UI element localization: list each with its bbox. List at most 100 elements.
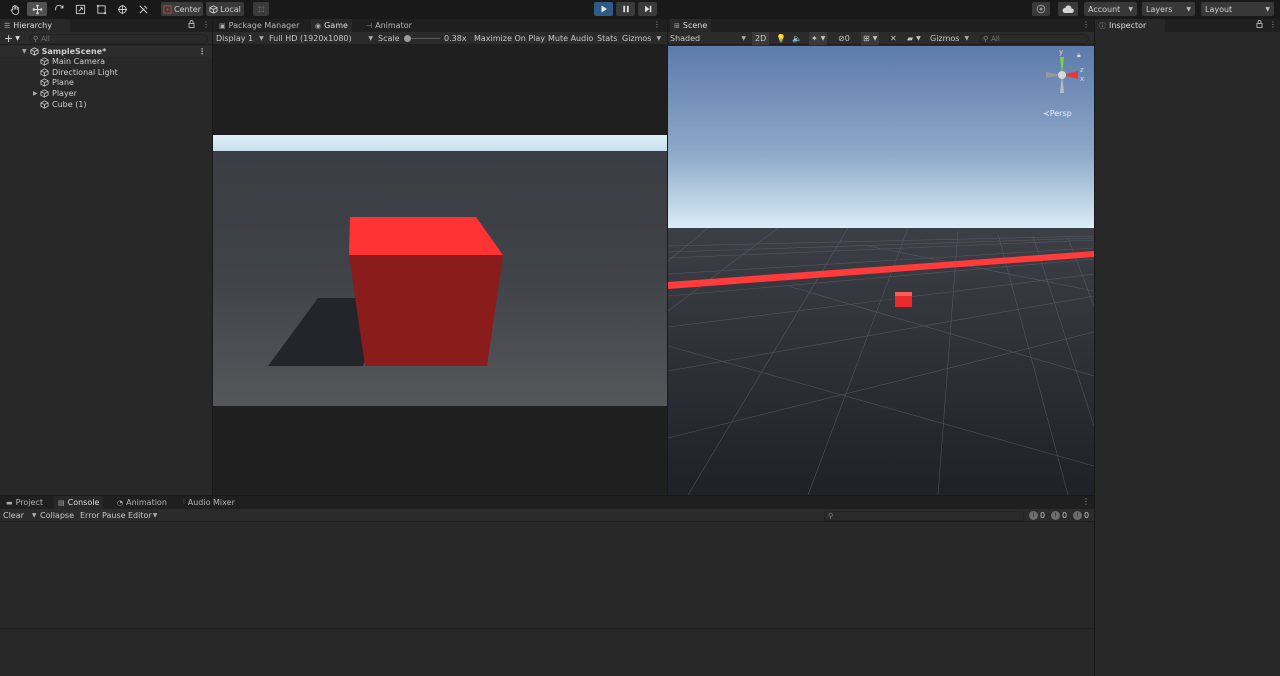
tab-console[interactable]: ▤ Console [54, 496, 104, 509]
step-button[interactable] [638, 2, 657, 16]
chevron-down-icon: ▼ [31, 512, 37, 519]
hierarchy-item[interactable]: Plane [0, 78, 212, 89]
grid-icon: ⊞ [863, 34, 870, 43]
animation-icon: ◔ [117, 498, 124, 507]
console-log-list[interactable] [0, 523, 1094, 628]
scale-slider-thumb[interactable] [404, 35, 411, 42]
custom-tool-button[interactable] [134, 2, 152, 16]
lock-icon[interactable] [188, 20, 195, 28]
shading-mode-dropdown[interactable]: Shaded ▼ [670, 32, 746, 45]
error-count: 0 [1084, 511, 1090, 520]
hand-tool-button[interactable] [6, 2, 24, 16]
collapse-toggle[interactable]: Collapse [40, 509, 74, 522]
error-icon: ! [1073, 511, 1082, 520]
move-tool-button[interactable] [27, 2, 47, 16]
scene-gizmos-dropdown[interactable]: Gizmos ▼ [930, 32, 969, 45]
hidden-objects-toggle[interactable]: ⊘ 0 [838, 32, 850, 45]
scale-tool-button[interactable] [71, 2, 89, 16]
hierarchy-item[interactable]: Directional Light [0, 67, 212, 78]
hierarchy-item[interactable]: Cube (1) [0, 99, 212, 110]
display-dropdown[interactable]: Display 1 ▼ [216, 32, 264, 45]
kebab-menu-icon[interactable]: ⋮ [653, 20, 661, 29]
tab-game[interactable]: ◉ Game [311, 19, 352, 32]
camera-icon: ▰ [907, 34, 914, 43]
scene-view[interactable]: y z x 🔒︎ ≺Persp [668, 46, 1094, 495]
axis-z-label: z [1080, 66, 1084, 74]
chevron-down-icon: ▼ [964, 35, 970, 42]
account-dropdown[interactable]: Account ▼ [1084, 2, 1137, 16]
camera-dropdown[interactable]: ▰ ▼ [907, 32, 921, 45]
tools-toggle[interactable]: ✕ [890, 32, 897, 45]
kebab-menu-icon[interactable]: ⋮ [1082, 20, 1090, 29]
warning-count-toggle[interactable]: ! 0 [1051, 509, 1067, 522]
rect-icon [96, 4, 106, 14]
lock-icon[interactable] [1256, 20, 1263, 28]
hierarchy-item-label: Main Camera [52, 57, 106, 67]
hierarchy-search-input[interactable]: ⚲ All [29, 33, 208, 44]
warning-icon: ! [1051, 511, 1060, 520]
error-pause-toggle[interactable]: Error Pause [80, 509, 126, 522]
tab-animation[interactable]: ◔ Animation [113, 496, 171, 509]
resolution-label: Full HD (1920x1080) [269, 34, 352, 43]
pause-button[interactable] [616, 2, 635, 16]
mute-audio-toggle[interactable]: Mute Audio [548, 32, 593, 45]
tools-icon [138, 4, 148, 14]
tab-package-manager[interactable]: ▣ Package Manager [215, 19, 303, 32]
perspective-toggle[interactable]: ≺Persp [1043, 109, 1072, 118]
editor-dropdown[interactable]: Editor ▼ [128, 509, 157, 522]
scene-row[interactable]: ▼ SampleScene* ⋮ [0, 46, 212, 57]
log-count-toggle[interactable]: i0 [1029, 509, 1045, 522]
layout-dropdown[interactable]: Layout ▼ [1201, 2, 1274, 16]
scene-search-input[interactable]: ⚲ All [979, 33, 1089, 44]
grid-snap-button[interactable] [253, 2, 269, 16]
resolution-dropdown[interactable]: Full HD (1920x1080) ▼ [269, 32, 373, 45]
kebab-menu-icon[interactable]: ⋮ [202, 20, 210, 29]
error-count-toggle[interactable]: ! 0 [1073, 509, 1089, 522]
rotate-tool-button[interactable] [50, 2, 68, 16]
info-icon: i [1029, 511, 1038, 520]
tab-audio-mixer[interactable]: ⫶ Audio Mixer [179, 496, 239, 509]
create-button[interactable]: + ▼ [4, 32, 20, 45]
expand-arrow-icon[interactable]: ▼ [22, 48, 27, 55]
rect-tool-button[interactable] [92, 2, 110, 16]
expand-arrow-icon[interactable]: ▶ [33, 90, 38, 97]
tab-hierarchy[interactable]: ☰ Hierarchy [0, 19, 70, 32]
console-search-input[interactable]: ⚲ [824, 510, 1024, 521]
tab-animator[interactable]: ⊣ Animator [362, 19, 416, 32]
transform-tool-button[interactable] [113, 2, 131, 16]
gizmos-toggle[interactable]: Gizmos ▼ [622, 32, 661, 45]
stats-toggle[interactable]: Stats [597, 32, 617, 45]
pivot-center-toggle[interactable]: Center [161, 2, 203, 16]
toggle-2d-button[interactable]: 2D [752, 32, 770, 45]
kebab-menu-icon[interactable]: ⋮ [1269, 20, 1277, 29]
kebab-menu-icon[interactable]: ⋮ [198, 47, 206, 56]
play-button[interactable] [594, 2, 613, 16]
gameobject-cube-icon [40, 57, 49, 66]
cloud-button[interactable] [1058, 2, 1078, 16]
hierarchy-item[interactable]: ▶ Player [0, 88, 212, 99]
folder-icon: ▬ [6, 498, 13, 507]
chevron-down-icon: ▼ [152, 512, 158, 519]
inspector-panel: ⓘ Inspector ⋮ [1095, 19, 1280, 676]
tab-project[interactable]: ▬ Project [2, 496, 47, 509]
lighting-toggle[interactable]: 💡 [776, 32, 786, 45]
scene-name: SampleScene* [41, 46, 107, 56]
audio-toggle[interactable]: 🔈 [792, 32, 802, 45]
grid-snap-icon [257, 5, 265, 13]
clear-button[interactable]: Clear ▼ [3, 509, 37, 522]
pivot-space-toggle[interactable]: Local [206, 2, 244, 16]
maximize-on-play-toggle[interactable]: Maximize On Play [474, 32, 545, 45]
tab-inspector[interactable]: ⓘ Inspector [1095, 19, 1165, 32]
tab-scene[interactable]: ⊞ Scene [670, 19, 712, 32]
grid-toggle[interactable]: ⊞ ▼ [861, 32, 880, 45]
scale-slider-track[interactable] [404, 35, 440, 42]
game-view[interactable] [213, 135, 667, 406]
hierarchy-item-label: Player [52, 89, 77, 99]
collab-button[interactable] [1032, 2, 1050, 16]
kebab-menu-icon[interactable]: ⋮ [1082, 497, 1090, 506]
layers-dropdown[interactable]: Layers ▼ [1142, 2, 1195, 16]
lock-icon[interactable]: 🔒︎ [1077, 51, 1081, 60]
search-icon: ⚲ [828, 511, 834, 520]
hierarchy-item[interactable]: Main Camera [0, 57, 212, 68]
effects-toggle[interactable]: ✦ ▼ [809, 32, 828, 45]
